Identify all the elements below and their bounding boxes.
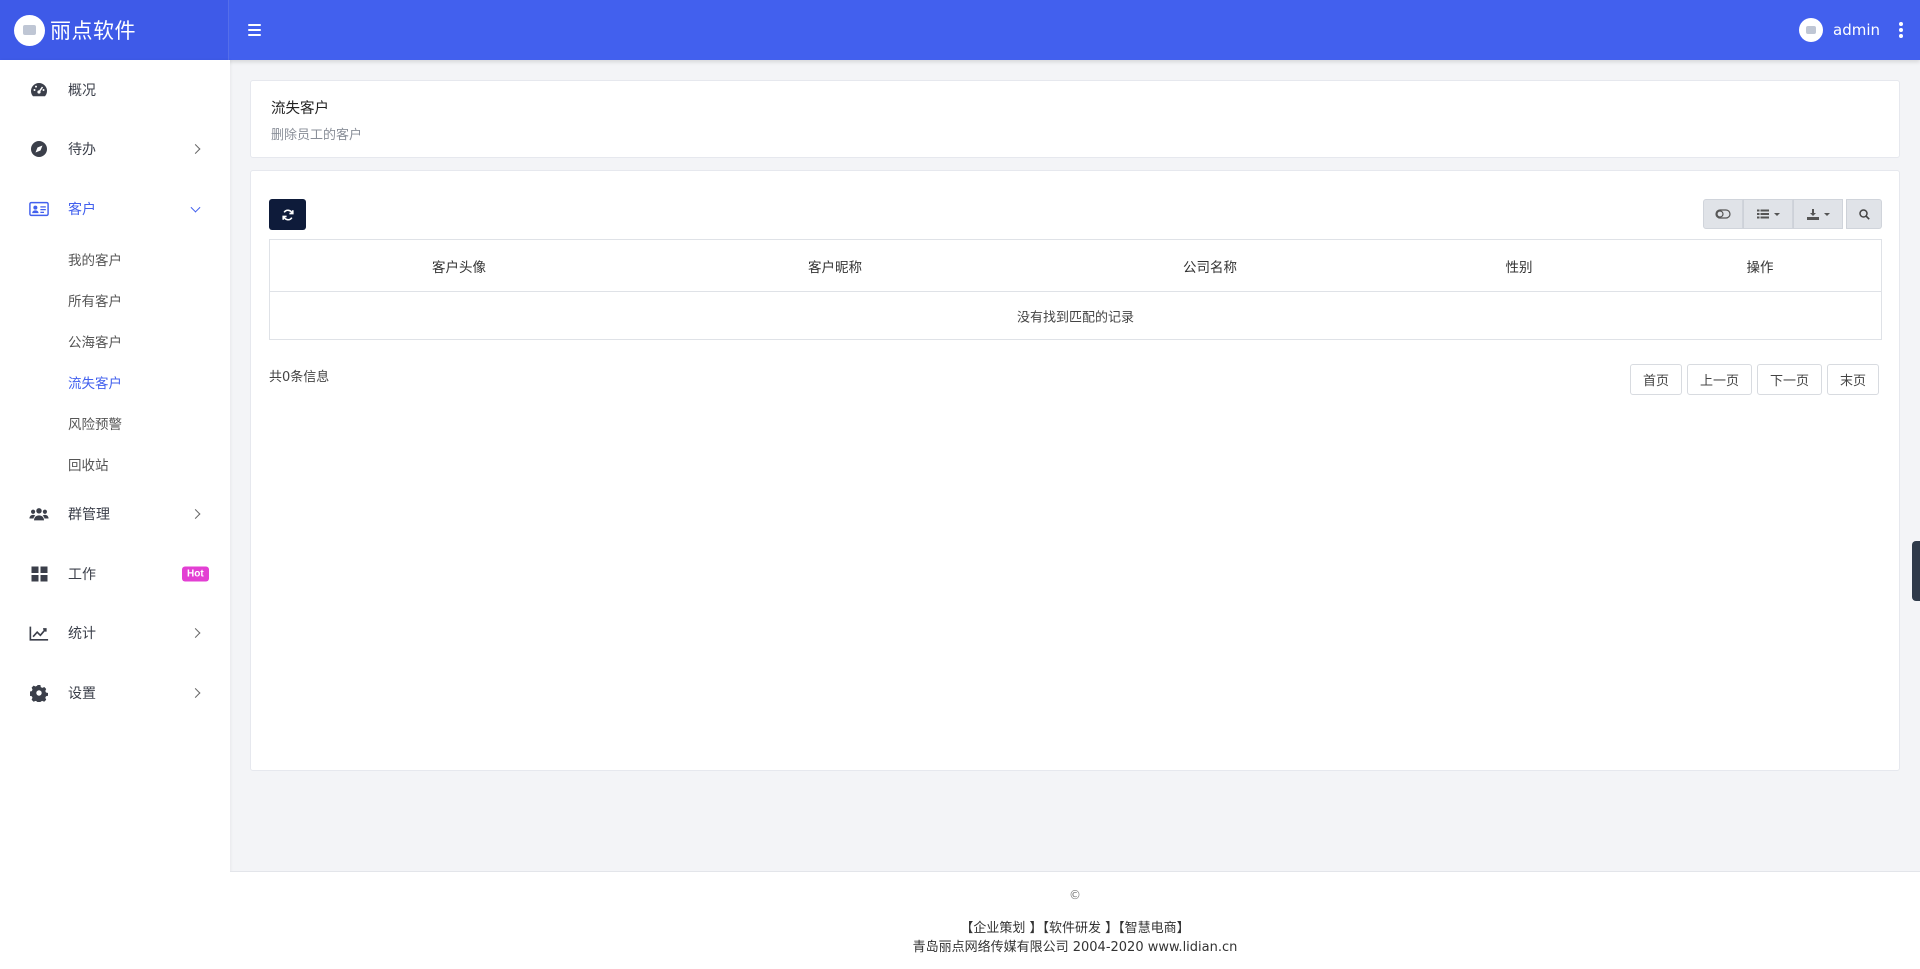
toggle-view-button[interactable] xyxy=(1703,199,1743,229)
sidebar-item-customers[interactable]: 客户 xyxy=(0,179,230,239)
sidebar-subitem-public-pool[interactable]: 公海客户 xyxy=(0,321,230,362)
sidebar-subitem-label: 我的客户 xyxy=(68,253,122,269)
sidebar-item-work[interactable]: 工作 Hot xyxy=(0,544,230,604)
export-dropdown-button[interactable] xyxy=(1793,199,1843,229)
column-header-nickname[interactable]: 客户昵称 xyxy=(808,256,862,276)
sidebar-item-todo[interactable]: 待办 xyxy=(0,120,230,180)
company-info: 青岛丽点网络传媒有限公司 2004-2020 www.lidian.cn xyxy=(912,940,1238,955)
column-header-gender[interactable]: 性别 xyxy=(1506,256,1533,276)
sidebar-item-label: 工作 xyxy=(68,566,96,583)
column-header-avatar[interactable]: 客户头像 xyxy=(432,256,486,276)
sidebar-item-label: 设置 xyxy=(68,685,96,702)
sidebar-item-label: 客户 xyxy=(68,201,96,218)
last-page-button[interactable]: 末页 xyxy=(1826,364,1879,395)
download-icon xyxy=(1806,208,1819,220)
table-toolbar xyxy=(1703,199,1882,229)
columns-dropdown-button[interactable] xyxy=(1743,199,1793,229)
sidebar-item-stats[interactable]: 统计 xyxy=(0,604,230,664)
menu-toggle-icon[interactable] xyxy=(248,21,263,39)
column-header-company[interactable]: 公司名称 xyxy=(1183,256,1237,276)
pagination: 首页 上一页 下一页 末页 xyxy=(1629,364,1879,395)
more-options-icon[interactable] xyxy=(1898,22,1904,38)
brand-name: 丽点软件 xyxy=(50,19,136,43)
footer-links[interactable]: 【企业策划 】【软件研发 】【智慧电商】 xyxy=(230,917,1920,936)
side-panel-handle[interactable] xyxy=(1912,541,1920,601)
sidebar-subitem-recycle-bin[interactable]: 回收站 xyxy=(0,444,230,485)
sidebar-item-label: 统计 xyxy=(68,626,96,643)
empty-message: 没有找到匹配的记录 xyxy=(1016,310,1135,325)
sidebar-subitem-label: 公海客户 xyxy=(68,335,122,351)
sidebar-item-groups[interactable]: 群管理 xyxy=(0,485,230,545)
chevron-down-icon xyxy=(190,202,201,213)
sidebar-item-label: 概况 xyxy=(68,82,96,99)
search-button[interactable] xyxy=(1846,199,1882,229)
sidebar-subitem-my-customers[interactable]: 我的客户 xyxy=(0,239,230,280)
gear-icon xyxy=(29,683,49,703)
prev-page-button[interactable]: 上一页 xyxy=(1686,364,1752,395)
refresh-icon xyxy=(281,208,294,221)
caret-down-icon xyxy=(1823,212,1830,216)
total-count: 共0条信息 xyxy=(269,370,330,385)
sidebar-subitem-label: 回收站 xyxy=(68,458,109,474)
first-page-button[interactable]: 首页 xyxy=(1629,364,1682,395)
caret-down-icon xyxy=(1773,212,1780,216)
page-title: 流失客户 xyxy=(271,101,329,117)
brand-logo-icon xyxy=(14,14,45,46)
sidebar-subitem-label: 流失客户 xyxy=(68,376,122,392)
sidebar-subitem-label: 风险预警 xyxy=(68,417,122,433)
footer: © 【企业策划 】【软件研发 】【智慧电商】 青岛丽点网络传媒有限公司 2004… xyxy=(230,871,1920,969)
search-icon xyxy=(1858,208,1870,220)
page-subtitle: 删除员工的客户 xyxy=(271,128,363,143)
next-page-button[interactable]: 下一页 xyxy=(1756,364,1822,395)
refresh-button[interactable] xyxy=(269,199,306,230)
page-header: 流失客户 删除员工的客户 xyxy=(250,80,1900,158)
table-card: 客户头像 客户昵称 公司名称 性别 操作 没有找到匹配的记录 共0条信息 首页 … xyxy=(250,170,1900,771)
sidebar: 概况 待办 客户 我的客户 所有客户 公海客户 流失客户 风险预警 回收站 群管… xyxy=(0,60,230,969)
customers-table: 客户头像 客户昵称 公司名称 性别 操作 没有找到匹配的记录 xyxy=(269,239,1882,340)
users-icon xyxy=(29,504,49,524)
copyright: © xyxy=(1069,888,1081,902)
main-content: 流失客户 删除员工的客户 客户头像 客户昵称 公司名称 性别 操作 没有找到匹配… xyxy=(230,60,1920,871)
grid-icon xyxy=(29,564,49,584)
sidebar-subitem-all-customers[interactable]: 所有客户 xyxy=(0,280,230,321)
list-icon xyxy=(1756,209,1769,219)
sidebar-subitem-lost-customers[interactable]: 流失客户 xyxy=(0,362,230,403)
chevron-right-icon xyxy=(190,687,201,698)
sidebar-item-settings[interactable]: 设置 xyxy=(0,663,230,723)
compass-icon xyxy=(29,139,49,159)
id-card-icon xyxy=(29,199,49,219)
table-empty-row: 没有找到匹配的记录 xyxy=(270,292,1881,339)
chevron-right-icon xyxy=(190,509,201,520)
chevron-right-icon xyxy=(190,628,201,639)
chevron-right-icon xyxy=(190,144,201,155)
hot-badge: Hot xyxy=(182,566,209,582)
line-chart-icon xyxy=(29,623,49,643)
sidebar-subitem-risk-warning[interactable]: 风险预警 xyxy=(0,403,230,444)
brand[interactable]: 丽点软件 xyxy=(0,0,229,60)
sidebar-subitem-label: 所有客户 xyxy=(68,294,122,310)
sidebar-item-label: 待办 xyxy=(68,142,96,159)
column-header-actions: 操作 xyxy=(1746,259,1774,276)
table-header: 客户头像 客户昵称 公司名称 性别 操作 xyxy=(270,240,1881,292)
user-name[interactable]: admin xyxy=(1833,21,1880,39)
sidebar-item-overview[interactable]: 概况 xyxy=(0,60,230,120)
avatar[interactable] xyxy=(1799,18,1823,42)
top-bar: 丽点软件 admin xyxy=(0,0,1920,60)
dashboard-gauge-icon xyxy=(29,80,49,100)
user-menu[interactable]: admin xyxy=(1799,0,1904,60)
toggle-icon xyxy=(1715,209,1731,219)
sidebar-item-label: 群管理 xyxy=(68,507,110,524)
